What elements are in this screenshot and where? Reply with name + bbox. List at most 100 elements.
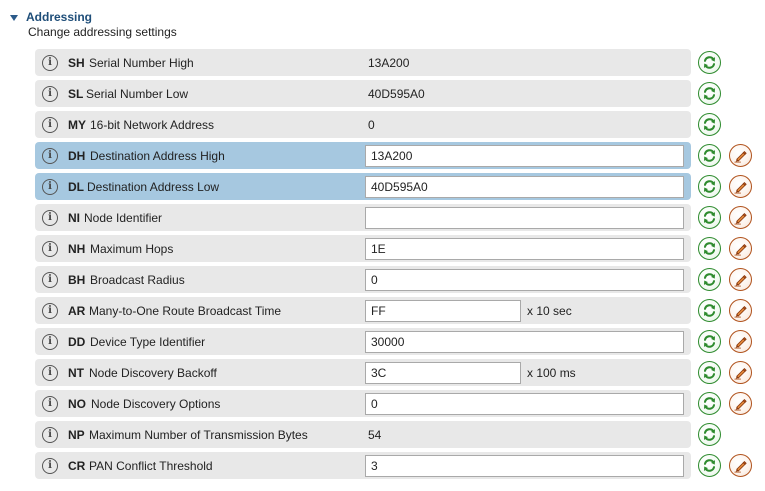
param-name: 16-bit Network Address <box>90 118 215 132</box>
param-value-input[interactable] <box>365 207 684 229</box>
refresh-button[interactable] <box>698 299 721 322</box>
refresh-button[interactable] <box>698 361 721 384</box>
info-icon[interactable]: i <box>42 179 58 195</box>
param-name: Maximum Hops <box>90 242 174 256</box>
refresh-icon <box>702 86 717 101</box>
write-button[interactable] <box>729 206 752 229</box>
info-icon[interactable]: i <box>42 334 58 350</box>
settings-list: i SH Serial Number High 13A200 i SL Serial Num… <box>35 47 765 481</box>
param-value-input[interactable] <box>365 455 684 477</box>
refresh-button[interactable] <box>698 392 721 415</box>
param-code: SL <box>68 87 84 101</box>
info-icon[interactable]: i <box>42 86 58 102</box>
write-button[interactable] <box>729 144 752 167</box>
param-code: NO <box>68 397 86 411</box>
refresh-icon <box>702 458 717 473</box>
refresh-button[interactable] <box>698 51 721 74</box>
info-icon[interactable]: i <box>42 117 58 133</box>
write-button[interactable] <box>729 330 752 353</box>
setting-row-nh[interactable]: i NH Maximum Hops <box>35 233 765 264</box>
param-value-input[interactable] <box>365 269 684 291</box>
write-button[interactable] <box>729 299 752 322</box>
refresh-icon <box>702 396 717 411</box>
param-name: Node Discovery Options <box>91 397 221 411</box>
param-value-input[interactable] <box>365 238 684 260</box>
refresh-icon <box>702 427 717 442</box>
info-icon[interactable]: i <box>42 365 58 381</box>
refresh-icon <box>702 148 717 163</box>
section-toggle-addressing[interactable]: Addressing <box>10 8 92 26</box>
info-icon[interactable]: i <box>42 148 58 164</box>
param-name: Maximum Number of Transmission Bytes <box>89 428 308 442</box>
setting-row-bh[interactable]: i BH Broadcast Radius <box>35 264 765 295</box>
setting-row-dh[interactable]: i DH Destination Address High <box>35 140 765 171</box>
param-code: DL <box>68 180 84 194</box>
write-pencil-icon <box>733 396 748 411</box>
write-button[interactable] <box>729 361 752 384</box>
setting-row-sl[interactable]: i SL Serial Number Low 40D595A0 <box>35 78 765 109</box>
refresh-button[interactable] <box>698 454 721 477</box>
param-code: BH <box>68 273 86 287</box>
param-code: AR <box>68 304 86 318</box>
param-value-input[interactable] <box>365 362 521 384</box>
refresh-button[interactable] <box>698 82 721 105</box>
write-button[interactable] <box>729 392 752 415</box>
info-icon[interactable]: i <box>42 303 58 319</box>
param-name: Node Identifier <box>84 211 163 225</box>
param-value-input[interactable] <box>365 393 684 415</box>
refresh-icon <box>702 241 717 256</box>
param-value-input[interactable] <box>365 300 521 322</box>
refresh-button[interactable] <box>698 206 721 229</box>
write-pencil-icon <box>733 334 748 349</box>
param-value: 13A200 <box>368 56 410 70</box>
info-icon[interactable]: i <box>42 55 58 71</box>
param-value: 40D595A0 <box>368 87 425 101</box>
info-icon[interactable]: i <box>42 272 58 288</box>
setting-row-ni[interactable]: i NI Node Identifier <box>35 202 765 233</box>
info-icon[interactable]: i <box>42 210 58 226</box>
setting-row-nt[interactable]: i NT Node Discovery Backoff x 100 ms <box>35 357 765 388</box>
param-value-input[interactable] <box>365 176 684 198</box>
refresh-icon <box>702 303 717 318</box>
write-button[interactable] <box>729 454 752 477</box>
setting-row-np[interactable]: i NP Maximum Number of Transmission Bytes 5… <box>35 419 765 450</box>
write-pencil-icon <box>733 148 748 163</box>
param-value-input[interactable] <box>365 145 684 167</box>
param-value-input[interactable] <box>365 331 684 353</box>
refresh-icon <box>702 117 717 132</box>
param-unit: x 10 sec <box>527 304 572 318</box>
write-pencil-icon <box>733 458 748 473</box>
refresh-button[interactable] <box>698 268 721 291</box>
refresh-button[interactable] <box>698 113 721 136</box>
setting-row-no[interactable]: i NO Node Discovery Options <box>35 388 765 419</box>
info-icon[interactable]: i <box>42 458 58 474</box>
param-name: Node Discovery Backoff <box>89 366 217 380</box>
info-icon[interactable]: i <box>42 241 58 257</box>
param-code: DH <box>68 149 86 163</box>
refresh-icon <box>702 334 717 349</box>
refresh-button[interactable] <box>698 144 721 167</box>
refresh-button[interactable] <box>698 175 721 198</box>
info-icon[interactable]: i <box>42 396 58 412</box>
refresh-button[interactable] <box>698 237 721 260</box>
write-button[interactable] <box>729 175 752 198</box>
collapse-triangle-icon <box>10 14 18 21</box>
refresh-button[interactable] <box>698 423 721 446</box>
setting-row-ar[interactable]: i ARMany-to-One Route Broadcast Time x 10 … <box>35 295 765 326</box>
setting-row-dl[interactable]: i DL Destination Address Low <box>35 171 765 202</box>
info-icon[interactable]: i <box>42 427 58 443</box>
write-button[interactable] <box>729 237 752 260</box>
setting-row-sh[interactable]: i SH Serial Number High 13A200 <box>35 47 765 78</box>
setting-row-my[interactable]: i MY 16-bit Network Address 0 <box>35 109 765 140</box>
section-title: Addressing <box>26 10 93 24</box>
param-code: NI <box>68 211 80 225</box>
setting-row-dd[interactable]: i DD Device Type Identifier <box>35 326 765 357</box>
write-button[interactable] <box>729 268 752 291</box>
write-pencil-icon <box>733 365 748 380</box>
refresh-button[interactable] <box>698 330 721 353</box>
setting-row-cr[interactable]: i CR PAN Conflict Threshold <box>35 450 765 481</box>
write-pencil-icon <box>733 210 748 225</box>
param-unit: x 100 ms <box>527 366 576 380</box>
section-description: Change addressing settings <box>28 25 177 39</box>
refresh-icon <box>702 365 717 380</box>
